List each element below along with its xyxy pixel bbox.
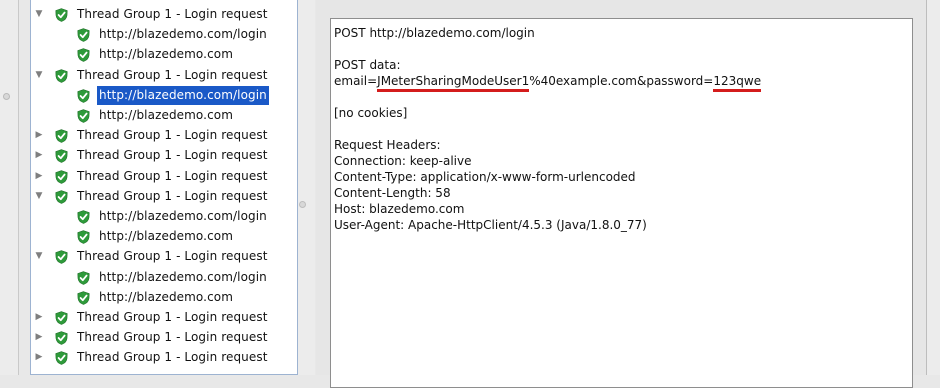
tree-node-thread-group[interactable]: ▼ Thread Group 1 - Login request bbox=[31, 187, 297, 206]
tree-node-thread-group[interactable]: ▶ Thread Group 1 - Login request bbox=[31, 146, 297, 165]
headers-label: Request Headers: bbox=[334, 138, 441, 152]
header-line: Content-Length: 58 bbox=[334, 186, 451, 200]
tree-node-label-selected: http://blazedemo.com/login bbox=[97, 85, 269, 105]
tree-node-sample[interactable]: http://blazedemo.com/login bbox=[31, 207, 297, 226]
splitter-grip-icon[interactable] bbox=[3, 93, 10, 100]
tree-node-label: Thread Group 1 - Login request bbox=[77, 249, 268, 264]
header-line: Host: blazedemo.com bbox=[334, 202, 465, 216]
tree-node-label: http://blazedemo.com/login bbox=[99, 269, 267, 284]
tree-node-label: http://blazedemo.com/login bbox=[99, 209, 267, 223]
success-shield-icon bbox=[77, 270, 90, 285]
success-shield-icon bbox=[55, 169, 68, 184]
post-email-prefix: email= bbox=[334, 74, 378, 88]
success-shield-icon bbox=[55, 351, 68, 366]
tree-node-sample[interactable]: http://blazedemo.com/login bbox=[31, 25, 297, 44]
success-shield-icon bbox=[77, 109, 90, 123]
tree-node-thread-group[interactable]: ▶ Thread Group 1 - Login request bbox=[31, 348, 297, 367]
tree-node-thread-group[interactable]: ▼ Thread Group 1 - Login request bbox=[31, 5, 297, 24]
tree-node-label: http://blazedemo.com bbox=[99, 108, 234, 122]
tree-node-thread-group[interactable]: ▼ Thread Group 1 - Login request bbox=[31, 66, 297, 85]
post-password: 123qwe bbox=[713, 74, 762, 92]
tree-node-label: Thread Group 1 - Login request bbox=[77, 128, 268, 143]
collapse-right-arrow-icon[interactable]: ▶ bbox=[34, 126, 44, 145]
success-shield-icon bbox=[55, 129, 68, 144]
collapse-right-arrow-icon[interactable]: ▶ bbox=[34, 167, 44, 186]
tree-node-sample[interactable]: http://blazedemo.com bbox=[31, 106, 297, 125]
vertical-splitter[interactable] bbox=[298, 0, 315, 375]
tree-node-label: Thread Group 1 - Login request bbox=[77, 67, 268, 82]
tree-node-label: Thread Group 1 - Login request bbox=[77, 168, 268, 183]
tree-node-thread-group[interactable]: ▶ Thread Group 1 - Login request bbox=[31, 126, 297, 145]
success-shield-icon bbox=[55, 8, 68, 22]
cookies-text: [no cookies] bbox=[334, 106, 408, 120]
tree-node-thread-group[interactable]: ▼ Thread Group 1 - Login request bbox=[31, 247, 297, 266]
tree-node-label: http://blazedemo.com bbox=[99, 47, 234, 62]
collapse-right-arrow-icon[interactable]: ▶ bbox=[34, 146, 44, 165]
tree-node-label: Thread Group 1 - Login request bbox=[77, 188, 268, 203]
expand-down-arrow-icon[interactable]: ▼ bbox=[34, 187, 44, 206]
tree-node-label: http://blazedemo.com/login bbox=[99, 27, 267, 42]
post-email-rest: %40example.com&password= bbox=[529, 74, 714, 88]
expand-down-arrow-icon[interactable]: ▼ bbox=[34, 5, 44, 24]
tree-node-sample[interactable]: http://blazedemo.com/login bbox=[31, 85, 297, 105]
tree-node-sample[interactable]: http://blazedemo.com/login bbox=[31, 268, 297, 287]
success-shield-icon bbox=[77, 210, 90, 224]
success-shield-icon bbox=[77, 48, 90, 63]
success-shield-icon bbox=[55, 190, 68, 204]
success-shield-icon bbox=[55, 250, 68, 265]
success-shield-icon bbox=[77, 291, 90, 305]
header-line: User-Agent: Apache-HttpClient/4.5.3 (Jav… bbox=[334, 218, 647, 232]
splitter-grip-icon[interactable] bbox=[299, 201, 306, 208]
results-tree[interactable]: ▼ Thread Group 1 - Login request http://bl… bbox=[30, 0, 298, 375]
success-shield-icon bbox=[55, 311, 68, 325]
success-shield-icon bbox=[55, 68, 68, 83]
expand-down-arrow-icon[interactable]: ▼ bbox=[34, 247, 44, 266]
tree-node-sample[interactable]: http://blazedemo.com bbox=[31, 288, 297, 307]
tree-node-thread-group[interactable]: ▶ Thread Group 1 - Login request bbox=[31, 308, 297, 327]
tree-node-label: http://blazedemo.com bbox=[99, 229, 234, 244]
header-line: Content-Type: application/x-www-form-url… bbox=[334, 170, 636, 184]
post-data-label: POST data: bbox=[334, 58, 401, 72]
success-shield-icon bbox=[55, 149, 68, 164]
request-line: POST http://blazedemo.com/login bbox=[334, 26, 535, 40]
success-shield-icon bbox=[77, 230, 90, 245]
success-shield-icon bbox=[77, 89, 90, 103]
success-shield-icon bbox=[55, 331, 68, 346]
tree-node-sample[interactable]: http://blazedemo.com bbox=[31, 45, 297, 64]
collapse-right-arrow-icon[interactable]: ▶ bbox=[34, 328, 44, 347]
right-edge-panel bbox=[926, 0, 940, 375]
collapse-right-arrow-icon[interactable]: ▶ bbox=[34, 308, 44, 327]
tree-node-label: Thread Group 1 - Login request bbox=[77, 148, 268, 163]
expand-down-arrow-icon[interactable]: ▼ bbox=[34, 66, 44, 85]
success-shield-icon bbox=[77, 28, 90, 43]
tree-node-label: Thread Group 1 - Login request bbox=[77, 350, 268, 365]
post-data-body: email=JMeterSharingModeUser1%40example.c… bbox=[334, 73, 762, 92]
tree-node-label: http://blazedemo.com bbox=[99, 289, 234, 304]
header-line: Connection: keep-alive bbox=[334, 154, 472, 168]
tree-node-thread-group[interactable]: ▶ Thread Group 1 - Login request bbox=[31, 328, 297, 347]
tree-node-label: Thread Group 1 - Login request bbox=[77, 310, 268, 324]
tree-node-thread-group[interactable]: ▶ Thread Group 1 - Login request bbox=[31, 167, 297, 186]
post-email-user: JMeterSharingModeUser1 bbox=[377, 74, 530, 92]
collapse-right-arrow-icon[interactable]: ▶ bbox=[34, 348, 44, 367]
tree-node-label: Thread Group 1 - Login request bbox=[77, 7, 268, 21]
left-edge-panel bbox=[0, 0, 19, 375]
request-detail-panel: POST http://blazedemo.com/login POST dat… bbox=[316, 0, 926, 388]
tree-node-sample[interactable]: http://blazedemo.com bbox=[31, 227, 297, 246]
tree-node-label: Thread Group 1 - Login request bbox=[77, 330, 268, 345]
request-text-area[interactable]: POST http://blazedemo.com/login POST dat… bbox=[330, 18, 913, 388]
